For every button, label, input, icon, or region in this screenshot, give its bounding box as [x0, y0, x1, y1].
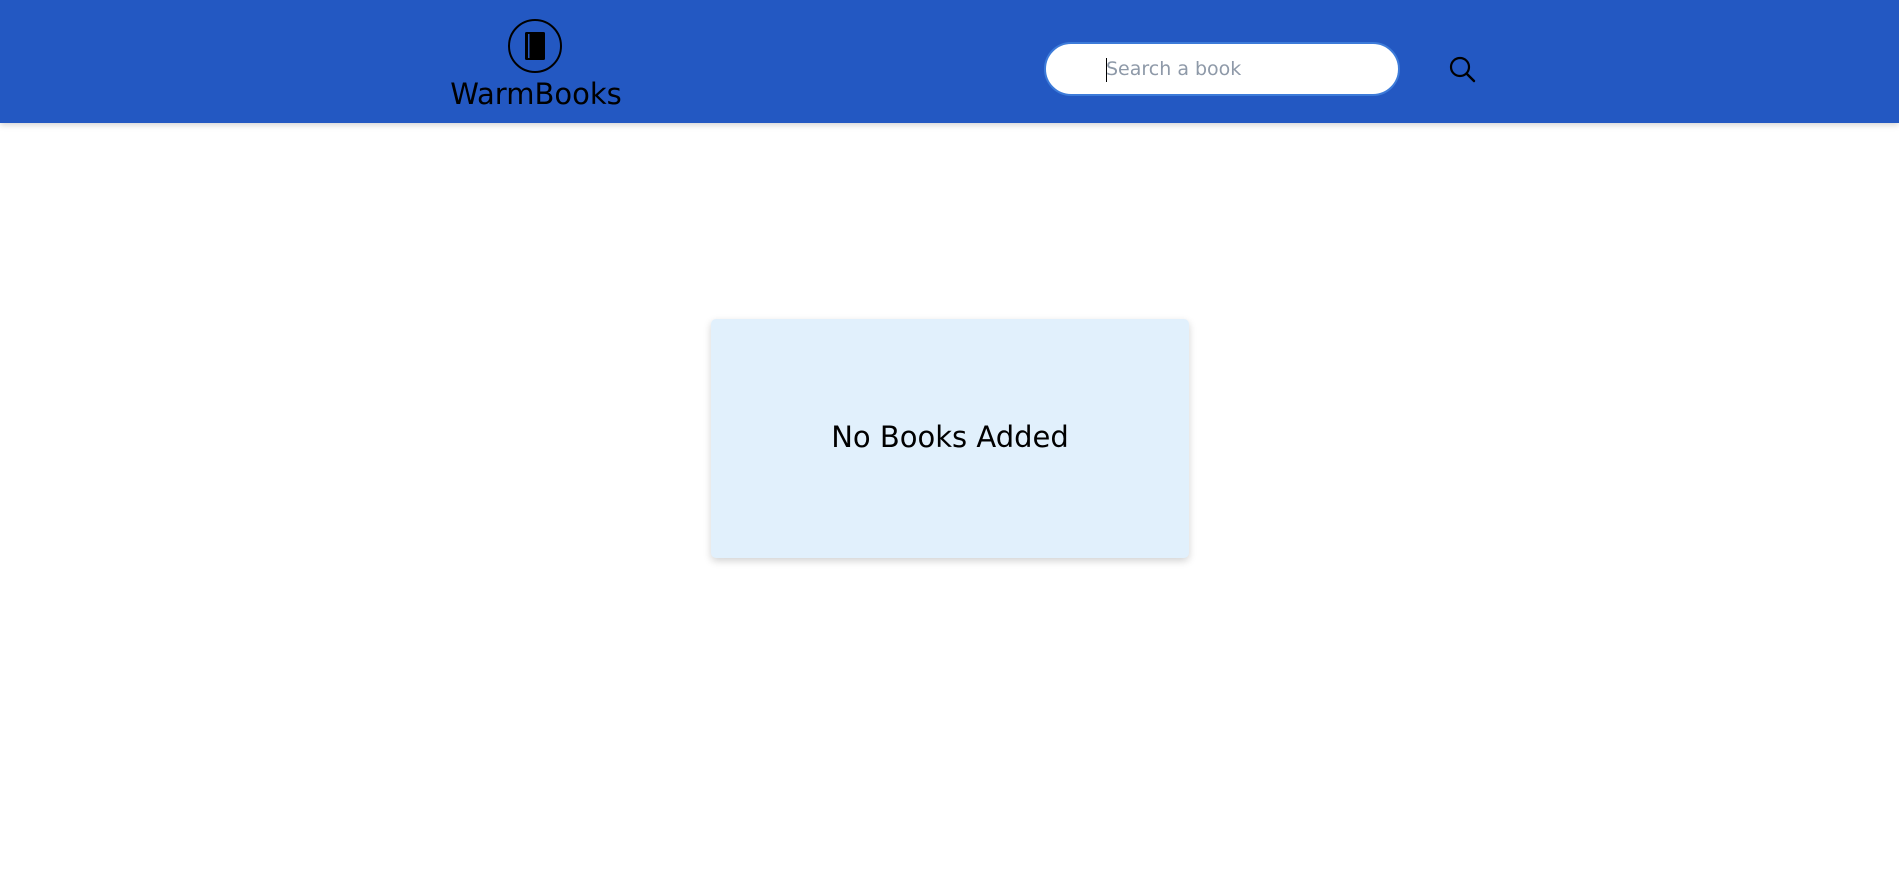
text-caret: [1106, 58, 1107, 82]
book-icon: [525, 32, 545, 60]
search-button[interactable]: [1448, 55, 1478, 85]
search-box: [1044, 42, 1400, 96]
search-icon: [1449, 56, 1476, 83]
app-header: WarmBooks: [0, 0, 1899, 123]
brand[interactable]: WarmBooks: [449, 16, 623, 116]
brand-logo: [508, 19, 562, 73]
empty-state-message: No Books Added: [831, 420, 1069, 454]
search-input[interactable]: [1106, 54, 1376, 84]
empty-state-card: No Books Added: [711, 319, 1189, 558]
brand-name: WarmBooks: [450, 77, 622, 111]
